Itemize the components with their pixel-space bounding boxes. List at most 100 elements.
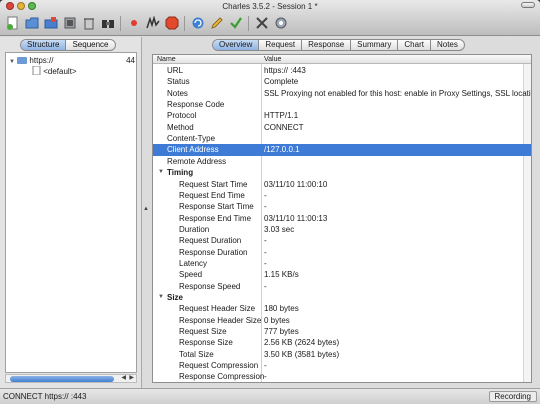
- recording-status-button[interactable]: Recording: [488, 391, 537, 402]
- trash-button[interactable]: [80, 15, 97, 32]
- structure-panel: Structure Sequence ▼ https:// 44 <defaul…: [0, 37, 142, 388]
- open-icon: [25, 17, 38, 29]
- column-header-value[interactable]: Value: [264, 55, 281, 64]
- refresh-button[interactable]: [189, 15, 206, 32]
- row-value: 180 bytes: [264, 304, 299, 314]
- table-row[interactable]: Request End Time -: [153, 190, 531, 201]
- validate-button[interactable]: [227, 15, 244, 32]
- throttle-button[interactable]: [144, 15, 161, 32]
- row-value: 0 bytes: [264, 315, 290, 325]
- table-row[interactable]: Content-Type: [153, 133, 531, 144]
- find-button[interactable]: [99, 15, 116, 32]
- tree-host-label: https://: [29, 56, 54, 65]
- section-disclosure-triangle-icon[interactable]: ▼: [158, 167, 164, 178]
- row-name: URL: [167, 66, 184, 75]
- tree-host-suffix: 44: [126, 56, 135, 65]
- table-row[interactable]: Request Header Size 180 bytes: [153, 303, 531, 314]
- table-row[interactable]: Client Address/127.0.0.1: [153, 144, 531, 156]
- table-row[interactable]: Protocol HTTP/1.1: [153, 110, 531, 121]
- table-row[interactable]: Response End Time 03/11/10 11:00:13: [153, 213, 531, 224]
- breakpoints-button[interactable]: [163, 15, 180, 32]
- row-name: Latency: [179, 258, 208, 268]
- row-value: CONNECT: [264, 122, 304, 132]
- table-row[interactable]: Request Duration -: [153, 235, 531, 246]
- tools-button[interactable]: [253, 15, 270, 32]
- edit-button[interactable]: [208, 15, 225, 32]
- table-row[interactable]: Total Size 3.50 KB (3581 bytes): [153, 349, 531, 360]
- tab-sequence[interactable]: Sequence: [66, 40, 114, 50]
- tab-notes[interactable]: Notes: [431, 40, 464, 50]
- tab-chart[interactable]: Chart: [398, 40, 431, 50]
- table-row[interactable]: Response Size 2.56 KB (2624 bytes): [153, 337, 531, 348]
- toolbar-separator: [120, 15, 121, 31]
- row-name: Speed: [179, 270, 203, 280]
- row-value: -: [264, 236, 267, 246]
- table-row[interactable]: Response Header Size 0 bytes: [153, 315, 531, 326]
- table-row[interactable]: Request Start Time 03/11/10 11:00:10: [153, 179, 531, 190]
- table-row[interactable]: Notes SSL Proxying not enabled for this h…: [153, 88, 531, 99]
- table-row[interactable]: Remote Address: [153, 156, 531, 167]
- toolbar-separator: [184, 15, 185, 31]
- table-row[interactable]: Request Compression -: [153, 360, 531, 371]
- table-row[interactable]: Request Size 777 bytes: [153, 326, 531, 337]
- table-row[interactable]: Response Duration -: [153, 247, 531, 258]
- save-button[interactable]: [42, 15, 59, 32]
- table-row[interactable]: Response Speed -: [153, 281, 531, 292]
- table-row[interactable]: Latency -: [153, 258, 531, 269]
- toolbar: [4, 13, 291, 33]
- tab-request[interactable]: Request: [259, 40, 303, 50]
- tab-summary[interactable]: Summary: [351, 40, 399, 50]
- view-mode-tabs: Structure Sequence: [20, 39, 116, 51]
- table-row[interactable]: URL https:// :443: [153, 65, 531, 76]
- new-session-button[interactable]: [4, 15, 21, 32]
- row-name: Request Compression: [179, 361, 259, 371]
- row-name: Request Start Time: [179, 179, 248, 189]
- clear-button[interactable]: [61, 15, 78, 32]
- new-session-icon: [6, 16, 17, 30]
- row-value: -: [264, 281, 267, 291]
- row-value: 777 bytes: [264, 327, 299, 337]
- table-section-row[interactable]: ▼ Size: [153, 292, 531, 303]
- row-name: Response Compression: [179, 372, 265, 382]
- throttle-icon: [145, 16, 160, 29]
- row-value: SSL Proxying not enabled for this host: …: [264, 88, 532, 98]
- row-name: Total Size: [179, 349, 214, 359]
- row-value: -: [264, 372, 267, 382]
- table-row[interactable]: Status Complete: [153, 76, 531, 87]
- open-button[interactable]: [23, 15, 40, 32]
- settings-button[interactable]: [272, 15, 289, 32]
- row-value: -: [264, 190, 267, 200]
- tree-row-default[interactable]: <default>: [32, 65, 77, 77]
- row-name: Response Speed: [179, 281, 241, 291]
- window-title: Charles 3.5.2 - Session 1 *: [222, 2, 318, 11]
- row-name: Request Duration: [179, 236, 242, 246]
- scroll-left-arrow-icon[interactable]: ◀: [121, 374, 126, 381]
- trash-icon: [83, 18, 94, 30]
- tree-row-host[interactable]: ▼ https:// 44: [9, 55, 137, 66]
- tab-overview[interactable]: Overview: [213, 40, 260, 50]
- status-text: CONNECT https:// :443: [3, 392, 87, 401]
- scroll-right-arrow-icon[interactable]: ▶: [129, 374, 134, 381]
- table-section-row[interactable]: ▼ Timing: [153, 167, 531, 178]
- record-button[interactable]: [125, 15, 142, 32]
- table-row[interactable]: Method CONNECT: [153, 122, 531, 133]
- row-value: -: [264, 247, 267, 257]
- table-row[interactable]: Response Start Time -: [153, 201, 531, 212]
- toolbar-toggle-button[interactable]: [521, 2, 535, 8]
- column-header-name[interactable]: Name: [157, 55, 176, 64]
- row-name: Status: [167, 77, 190, 87]
- tab-structure[interactable]: Structure: [21, 40, 67, 50]
- horizontal-scrollbar[interactable]: ◀ ▶: [5, 374, 137, 383]
- tab-response[interactable]: Response: [302, 40, 352, 50]
- scrollbar-thumb[interactable]: [10, 376, 114, 382]
- row-value: HTTP/1.1: [264, 111, 299, 121]
- overview-table: Name Value URL https:// :443 Status Complet…: [152, 54, 532, 383]
- table-row[interactable]: Response Code: [153, 99, 531, 110]
- table-row[interactable]: Duration 3.03 sec: [153, 224, 531, 235]
- row-name: Client Address: [167, 145, 219, 155]
- row-name: Remote Address: [167, 156, 227, 166]
- disclosure-triangle-icon[interactable]: ▼: [9, 59, 15, 65]
- table-row[interactable]: Speed 1.15 KB/s: [153, 269, 531, 280]
- table-row[interactable]: Response Compression -: [153, 371, 531, 382]
- section-disclosure-triangle-icon[interactable]: ▼: [158, 292, 164, 303]
